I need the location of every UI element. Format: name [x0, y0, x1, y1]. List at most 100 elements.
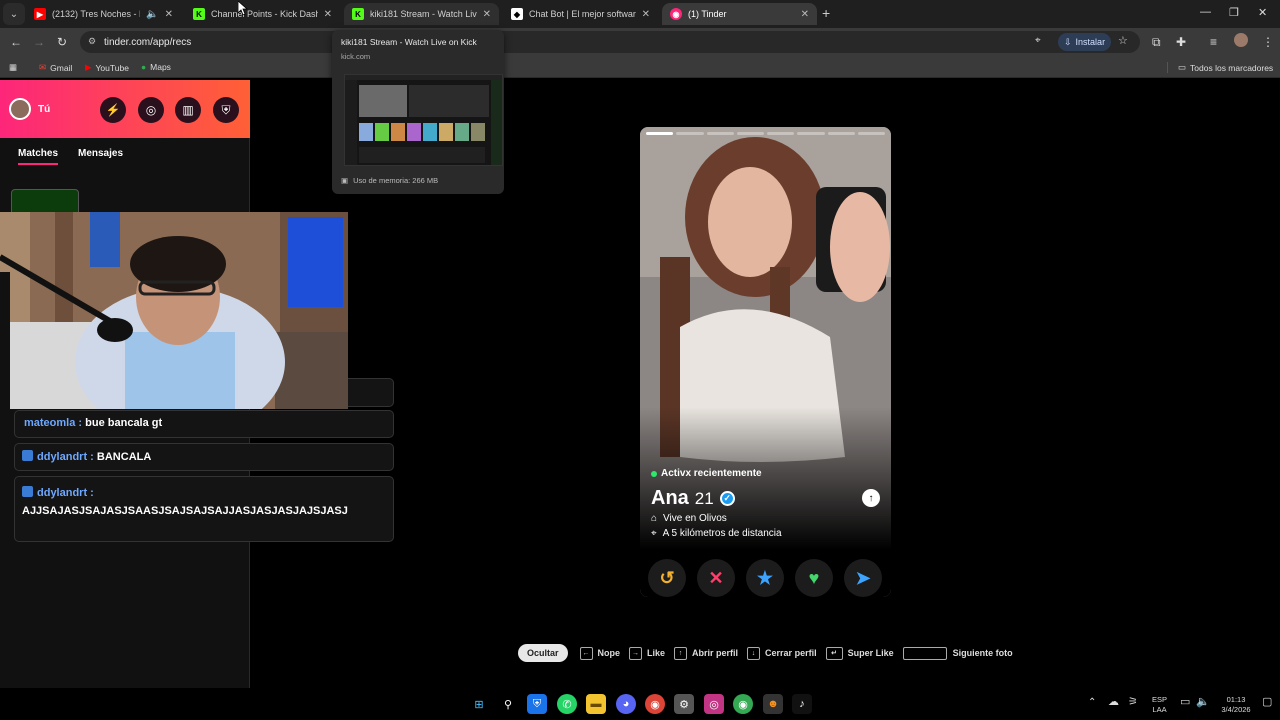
- install-app-button[interactable]: ⇩ Instalar: [1058, 33, 1112, 51]
- new-tab-button[interactable]: +: [822, 5, 830, 21]
- photo-progress-segment[interactable]: [767, 132, 795, 135]
- chat-bot-icon: ◆: [511, 8, 523, 20]
- tab-hover-card: kiki181 Stream - Watch Live on Kick kick…: [332, 30, 504, 194]
- photo-progress-segment[interactable]: [857, 132, 885, 135]
- close-x-icon: ✕: [708, 567, 724, 588]
- windows-taskbar: ⊞ ⚲ ⛨ ✆ ▬ ◕ ◉ ⚙ ◎ ◉ ☻ ♪ ⌃ ☁ ⚞ ESP LAA ▭ …: [0, 688, 1280, 720]
- send-arrow-icon: ➤: [855, 567, 871, 588]
- tab-messages[interactable]: Mensajes: [78, 148, 123, 159]
- reload-icon[interactable]: ↻: [57, 35, 67, 49]
- nope-button[interactable]: ✕: [697, 559, 735, 597]
- onedrive-cloud-icon[interactable]: ☁: [1108, 697, 1119, 708]
- settings-gear-icon[interactable]: ⚙: [674, 694, 694, 714]
- show-hidden-icons-chevron-icon[interactable]: ⌃: [1088, 698, 1096, 708]
- language-indicator[interactable]: ESP LAA: [1152, 695, 1167, 715]
- shortcut-like: → Like: [629, 646, 665, 660]
- chrome-icon[interactable]: ◉: [645, 694, 665, 714]
- status-text: Activx recientemente: [661, 468, 762, 479]
- media-control-icon[interactable]: ≡: [1210, 35, 1217, 49]
- notifications-icon[interactable]: ▢: [1262, 697, 1272, 708]
- profile-name-row: Ana 21 ✓: [651, 487, 735, 510]
- photo-progress-segment[interactable]: [706, 132, 734, 135]
- rewind-button[interactable]: ↺: [648, 559, 686, 597]
- network-icon[interactable]: ⚞: [1128, 697, 1138, 708]
- open-profile-arrow-icon[interactable]: ↑: [862, 489, 880, 507]
- like-button[interactable]: ♥: [795, 559, 833, 597]
- lives-in-text: Vive en Olivos: [663, 513, 727, 524]
- address-bar[interactable]: ⚙ tinder.com/app/recs ⌖ ☆: [80, 31, 1140, 53]
- back-icon[interactable]: ←: [10, 35, 22, 49]
- tab-kick-stream[interactable]: K kiki181 Stream - Watch Live on Kick ✕: [344, 3, 499, 25]
- location-icon[interactable]: ⌖: [1035, 35, 1041, 46]
- photo-progress-segment[interactable]: [827, 132, 855, 135]
- extensions-icon[interactable]: ✚: [1176, 35, 1186, 49]
- bookmark-star-icon[interactable]: ☆: [1118, 34, 1128, 47]
- active-status: Activx recientemente: [651, 468, 762, 479]
- close-tab-icon[interactable]: ✕: [642, 9, 650, 20]
- tab-youtube[interactable]: ▶ (2132) Tres Noches - Hugu 🔈 ✕: [26, 3, 181, 25]
- tab-kick-dashboard[interactable]: K Channel Points - Kick Dashboard ✕: [185, 3, 340, 25]
- close-tab-icon[interactable]: ✕: [801, 9, 809, 20]
- tinder-icon: ◉: [670, 8, 682, 20]
- search-icon[interactable]: ⚲: [498, 694, 518, 714]
- bookmark-youtube[interactable]: ▶ YouTube: [85, 62, 129, 73]
- maps-pin-icon: ●: [141, 62, 147, 72]
- whatsapp-icon[interactable]: ✆: [557, 694, 577, 714]
- tab-tinder[interactable]: ◉ (1) Tinder ✕: [662, 3, 817, 25]
- file-explorer-folder-icon[interactable]: ▬: [586, 694, 606, 714]
- minimize-button[interactable]: —: [1200, 6, 1211, 18]
- memory-chip-icon: ▣: [341, 176, 349, 185]
- bookmark-maps[interactable]: ● Maps: [141, 62, 171, 72]
- all-bookmarks[interactable]: ▭ Todos los marcadores: [1167, 62, 1273, 73]
- tab-matches[interactable]: Matches: [18, 148, 59, 165]
- explore-compass-icon[interactable]: ◎: [138, 97, 164, 123]
- shortcut-label: Cerrar perfil: [765, 648, 817, 658]
- maximize-button[interactable]: ❐: [1229, 6, 1239, 19]
- avatar[interactable]: [9, 98, 31, 120]
- mute-icon[interactable]: 🔈: [146, 9, 158, 20]
- bookmark-gmail[interactable]: ✉ Gmail: [39, 62, 72, 73]
- forward-icon[interactable]: →: [33, 35, 45, 49]
- chrome-profile-icon[interactable]: ◉: [733, 694, 753, 714]
- boost-icon[interactable]: ⚡: [100, 97, 126, 123]
- app-icon[interactable]: ☻: [763, 694, 783, 714]
- monitor-icon[interactable]: ▭: [1180, 697, 1190, 708]
- start-windows-icon[interactable]: ⊞: [469, 694, 489, 714]
- discord-icon[interactable]: ◕: [616, 694, 636, 714]
- volume-icon[interactable]: 🔈: [1196, 697, 1210, 708]
- photo-progress-segment[interactable]: [736, 132, 764, 135]
- extensions-puzzle-icon[interactable]: ⧉: [1152, 35, 1161, 50]
- close-tab-icon[interactable]: ✕: [165, 9, 173, 20]
- clock[interactable]: 01:13 3/4/2026: [1214, 695, 1258, 715]
- photo-progress-segment[interactable]: [797, 132, 825, 135]
- chat-row-partial: [348, 378, 394, 407]
- shortcut-label: Siguiente foto: [952, 648, 1013, 658]
- browser-menu-icon[interactable]: ⋮: [1262, 35, 1274, 49]
- boost-send-button[interactable]: ➤: [844, 559, 882, 597]
- tab-search-button[interactable]: ⌄: [3, 3, 25, 25]
- apps-grid-icon[interactable]: ▦: [9, 62, 17, 73]
- close-tab-icon[interactable]: ✕: [324, 9, 332, 20]
- profile-avatar[interactable]: [1234, 33, 1248, 47]
- hide-shortcuts-button[interactable]: Ocultar: [518, 644, 568, 662]
- home-icon: ⌂: [651, 513, 658, 524]
- briefcase-icon[interactable]: ▥: [175, 97, 201, 123]
- profile-card[interactable]: Activx recientemente Ana 21 ✓ ↑ ⌂ Vive e…: [640, 127, 891, 597]
- close-window-button[interactable]: ✕: [1258, 6, 1267, 19]
- tiktok-icon[interactable]: ♪: [792, 694, 812, 714]
- profile-label[interactable]: Tú: [38, 104, 50, 115]
- instagram-icon[interactable]: ◎: [704, 694, 724, 714]
- star-icon: ★: [756, 567, 774, 588]
- super-like-button[interactable]: ★: [746, 559, 784, 597]
- photo-progress-segment[interactable]: [646, 132, 674, 135]
- language-code: ESP: [1152, 695, 1168, 704]
- verified-check-icon: ✓: [719, 491, 735, 506]
- chat-text: AJJSAJASJSAJASJSAASJSAJSAJSAJJASJASJASJA…: [22, 505, 348, 517]
- tab-chat-bot[interactable]: ◆ Chat Bot | El mejor software pa ✕: [503, 3, 658, 25]
- defender-shield-icon[interactable]: ⛨: [527, 694, 547, 714]
- kick-badge-icon: [22, 486, 33, 497]
- photo-progress-segment[interactable]: [676, 132, 704, 135]
- site-info-icon[interactable]: ⚙: [88, 36, 96, 47]
- close-tab-icon[interactable]: ✕: [483, 9, 491, 20]
- shield-icon[interactable]: ⛨: [213, 97, 239, 123]
